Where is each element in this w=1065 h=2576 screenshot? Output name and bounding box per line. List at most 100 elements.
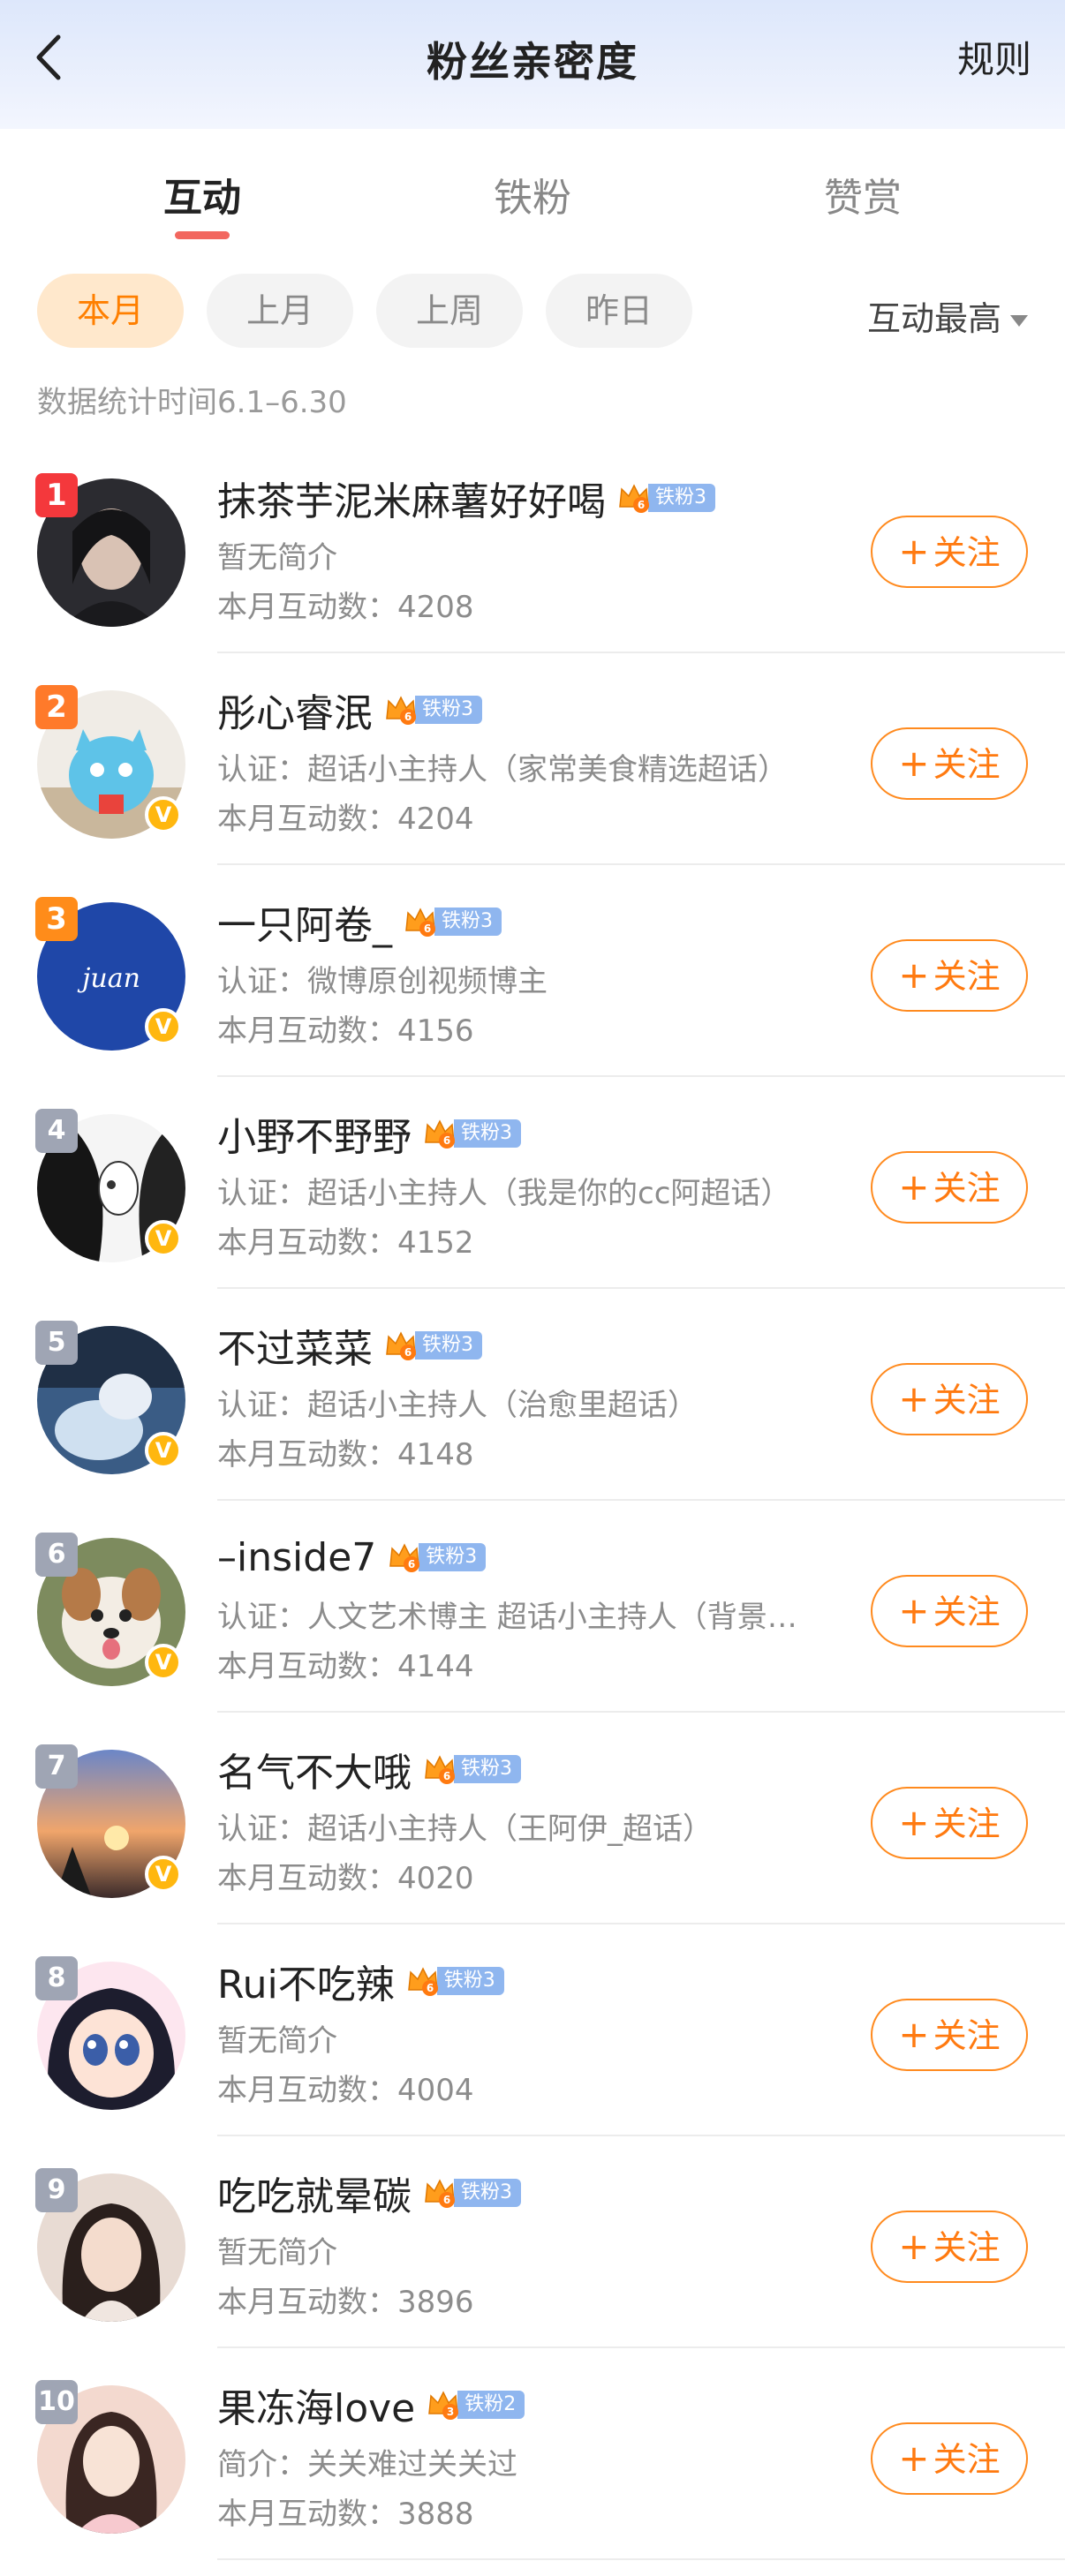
fan-name[interactable]: 抹茶芋泥米麻薯好好喝	[217, 470, 606, 526]
follow-button[interactable]: + 关注	[871, 2422, 1028, 2495]
fan-badge-label: 铁粉3	[648, 484, 715, 512]
name-line: 抹茶芋泥米麻薯好好喝 6 铁粉3	[217, 470, 715, 526]
fan-level-badge: 6 铁粉3	[383, 693, 482, 727]
crown-icon: 6	[405, 1963, 441, 1999]
plus-icon: +	[898, 1589, 930, 1632]
follow-label: 关注	[933, 2440, 1001, 2479]
filter-last-week[interactable]: 上周	[376, 274, 523, 348]
follow-button[interactable]: + 关注	[871, 1575, 1028, 1647]
tab-active-indicator	[175, 231, 230, 239]
fan-description: 暂无简介	[217, 2023, 337, 2059]
sort-label: 互动最高	[866, 299, 1001, 338]
fan-description: 简介：关关难过关关过	[217, 2447, 517, 2482]
rank-badge: 7	[35, 1744, 78, 1789]
name-line: 彤心睿泯 6 铁粉3	[217, 685, 482, 736]
list-item[interactable]: 9 吃吃就晕碳 6 铁粉3 暂无简介 本月互动数：3896 + 关注	[0, 2136, 1065, 2348]
rank-badge: 9	[35, 2168, 78, 2212]
fan-name[interactable]: –inside7	[217, 1535, 376, 1580]
fan-badge-label: 铁粉3	[436, 1967, 504, 1995]
chevron-down-icon	[1010, 315, 1028, 327]
follow-label: 关注	[933, 533, 1001, 572]
list-item[interactable]: 1 抹茶芋泥米麻薯好好喝 6 铁粉3 暂无简介 本月互动数：4208 + 关注	[0, 441, 1065, 653]
name-line: 小野不野野 6 铁粉3	[217, 1109, 521, 1160]
plus-icon: +	[898, 742, 930, 785]
list-item[interactable]: 5 V 不过菜菜 6 铁粉3 认证：超话小主持人（治愈里超话） 本月互动数：4148 + 关注	[0, 1289, 1065, 1501]
plus-icon: +	[898, 1165, 930, 1209]
filter-bar: 本月 上月 上周 昨日 互动最高	[0, 274, 1065, 348]
filter-yesterday[interactable]: 昨日	[546, 274, 692, 348]
follow-button[interactable]: + 关注	[871, 939, 1028, 1012]
rank-badge: 6	[35, 1533, 78, 1577]
interaction-count: 本月互动数：3896	[217, 2285, 474, 2320]
follow-button[interactable]: + 关注	[871, 2211, 1028, 2283]
rank-badge: 8	[35, 1956, 78, 2000]
follow-button[interactable]: + 关注	[871, 1151, 1028, 1224]
verified-icon: V	[145, 1008, 182, 1045]
fan-badge-label: 铁粉3	[415, 1331, 482, 1360]
fan-level-badge: 6 铁粉3	[403, 905, 502, 938]
follow-button[interactable]: + 关注	[871, 727, 1028, 800]
plus-icon: +	[898, 953, 930, 997]
crown-icon: 6	[422, 1751, 457, 1787]
fan-level-badge: 3 铁粉2	[426, 2388, 525, 2422]
name-line: 名气不大哦 6 铁粉3	[217, 1741, 521, 1797]
fan-level-badge: 6 铁粉3	[422, 1752, 521, 1786]
fan-description: 认证：微博原创视频博主	[217, 964, 548, 999]
follow-label: 关注	[933, 1169, 1001, 1208]
filter-this-month[interactable]: 本月	[37, 274, 184, 348]
svg-text:6: 6	[404, 711, 412, 723]
crown-icon: 6	[403, 904, 438, 939]
name-line: 一只阿卷_ 6 铁粉3	[217, 897, 502, 948]
list-item[interactable]: 2 V 彤心睿泯 6 铁粉3 认证：超话小主持人（家常美食精选超话） 本月互动数：4204 +…	[0, 653, 1065, 865]
verified-icon: V	[145, 796, 182, 833]
fan-name[interactable]: 小野不野野	[217, 1105, 412, 1162]
verified-icon: V	[145, 1220, 182, 1257]
interaction-count: 本月互动数：4148	[217, 1437, 474, 1473]
fan-badge-label: 铁粉3	[454, 2179, 521, 2207]
fan-level-badge: 6 铁粉3	[422, 1117, 521, 1150]
fan-name[interactable]: 吃吃就晕碳	[217, 2165, 412, 2221]
fan-name[interactable]: 一只阿卷_	[217, 893, 392, 950]
list-item[interactable]: 10 果冻海love 3 铁粉2 简介：关关难过关关过 本月互动数：3888 + 关注	[0, 2348, 1065, 2560]
fan-description: 认证：超话小主持人（我是你的cc阿超话）	[217, 1176, 791, 1211]
plus-icon: +	[898, 530, 930, 573]
name-line: Rui不吃辣 6 铁粉3	[217, 1953, 504, 2009]
svg-text:6: 6	[443, 1134, 450, 1147]
rank-badge: 1	[35, 473, 78, 517]
fan-name[interactable]: 彤心睿泯	[217, 682, 373, 738]
follow-button[interactable]: + 关注	[871, 1999, 1028, 2071]
crown-icon: 6	[422, 2175, 457, 2211]
follow-button[interactable]: + 关注	[871, 1363, 1028, 1435]
fan-level-badge: 6 铁粉3	[405, 1964, 504, 1998]
svg-text:6: 6	[638, 499, 645, 511]
svg-text:6: 6	[443, 1770, 450, 1782]
list-item[interactable]: 7 V 名气不大哦 6 铁粉3 认证：超话小主持人（王阿伊_超话） 本月互动数：4020 + 关…	[0, 1713, 1065, 1924]
verified-icon: V	[145, 1644, 182, 1681]
fan-level-badge: 6 铁粉3	[616, 481, 715, 515]
tab-iron-fans[interactable]: 铁粉	[427, 166, 638, 222]
follow-button[interactable]: + 关注	[871, 516, 1028, 588]
follow-label: 关注	[933, 745, 1001, 784]
tab-rewards[interactable]: 赞赏	[757, 166, 969, 222]
interaction-count: 本月互动数：4156	[217, 1013, 474, 1049]
fan-badge-label: 铁粉3	[419, 1543, 487, 1571]
list-item[interactable]: 3 juan V 一只阿卷_ 6 铁粉3 认证：微博原创视频博主 本月互动数：4156 + 关注	[0, 865, 1065, 1077]
fan-name[interactable]: 果冻海love	[217, 2376, 415, 2433]
fan-name[interactable]: 不过菜菜	[217, 1317, 373, 1374]
plus-icon: +	[898, 1377, 930, 1420]
fan-name[interactable]: 名气不大哦	[217, 1741, 412, 1797]
plus-icon: +	[898, 2013, 930, 2056]
list-item[interactable]: 6 V –inside7 6 铁粉3 认证：人文艺术博主 超话小主持人（背景… 本月互动数：…	[0, 1501, 1065, 1713]
tab-interaction[interactable]: 互动	[96, 166, 308, 222]
follow-label: 关注	[933, 957, 1001, 996]
crown-icon: 3	[426, 2387, 461, 2422]
list-item[interactable]: 8 Rui不吃辣 6 铁粉3 暂无简介 本月互动数：4004 + 关注	[0, 1924, 1065, 2136]
list-item[interactable]: 4 V 小野不野野 6 铁粉3 认证：超话小主持人（我是你的cc阿超话） 本月互动数：415…	[0, 1077, 1065, 1289]
filter-last-month[interactable]: 上月	[207, 274, 353, 348]
fan-description: 暂无简介	[217, 540, 337, 576]
sort-dropdown[interactable]: 互动最高	[867, 291, 1028, 340]
fan-name[interactable]: Rui不吃辣	[217, 1953, 395, 2009]
rules-link[interactable]: 规则	[957, 30, 1031, 84]
rank-badge: 2	[35, 685, 78, 729]
follow-button[interactable]: + 关注	[871, 1787, 1028, 1859]
